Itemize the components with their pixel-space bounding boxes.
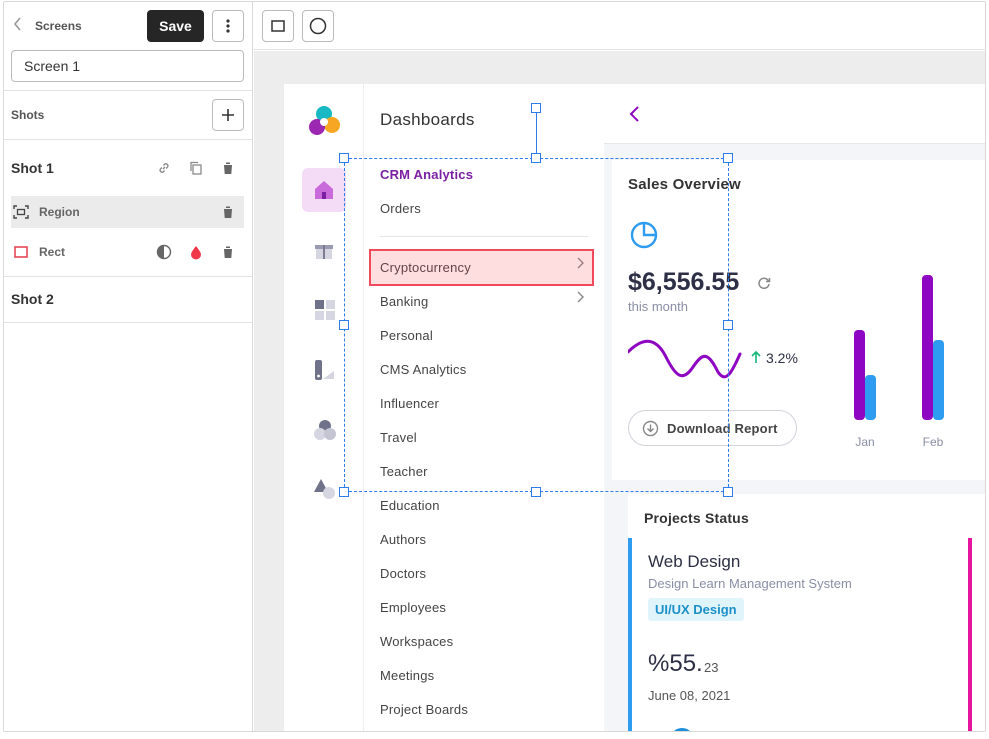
resize-handle-right[interactable] bbox=[723, 320, 733, 330]
canvas[interactable]: Dashboards CRM Analytics Orders Cryptocu… bbox=[254, 51, 985, 731]
region-selection-box[interactable] bbox=[344, 158, 729, 492]
divider bbox=[4, 276, 253, 277]
more-options-button[interactable] bbox=[212, 10, 244, 42]
layer-row-region[interactable]: Region bbox=[11, 196, 244, 228]
home-icon bbox=[315, 181, 333, 199]
shot-title[interactable]: Shot 2 bbox=[11, 291, 54, 307]
bar-jan-0 bbox=[854, 330, 865, 420]
bar-feb-0 bbox=[922, 275, 933, 420]
menu-item-employees[interactable]: Employees bbox=[380, 600, 446, 615]
resize-handle-bottom[interactable] bbox=[531, 487, 541, 497]
home-nav-item[interactable] bbox=[302, 168, 346, 212]
screens-label[interactable]: Screens bbox=[35, 19, 82, 33]
menu-item-meetings[interactable]: Meetings bbox=[380, 668, 434, 683]
resize-handle-bottom-left[interactable] bbox=[339, 487, 349, 497]
kebab-menu-icon bbox=[226, 19, 230, 33]
divider bbox=[4, 322, 253, 323]
opacity-icon[interactable] bbox=[156, 244, 172, 260]
trash-icon[interactable] bbox=[220, 204, 236, 220]
rectangle-icon bbox=[271, 20, 285, 32]
menu-item-authors[interactable]: Authors bbox=[380, 532, 426, 547]
layer-row-rect[interactable]: Rect bbox=[11, 236, 244, 268]
project-date: June 08, 2021 bbox=[648, 688, 731, 703]
region-icon bbox=[13, 204, 29, 220]
projects-title: Projects Status bbox=[644, 510, 749, 526]
save-button[interactable]: Save bbox=[147, 10, 204, 42]
project-subtitle: Design Learn Management System bbox=[648, 576, 852, 591]
menu-item-doctors[interactable]: Doctors bbox=[380, 566, 426, 581]
color-drop-icon[interactable] bbox=[188, 244, 204, 260]
project-percent: %55. bbox=[648, 650, 703, 677]
layer-label: Region bbox=[39, 205, 80, 219]
circle-tool-button[interactable] bbox=[302, 10, 334, 42]
trash-icon[interactable] bbox=[220, 244, 236, 260]
project-tag: UI/UX Design bbox=[648, 598, 744, 621]
divider bbox=[4, 90, 253, 91]
sales-bar-chart: Jan Feb bbox=[854, 275, 944, 449]
shapes-icon[interactable] bbox=[314, 419, 336, 441]
resize-handle-left[interactable] bbox=[339, 320, 349, 330]
menu-item-workspaces[interactable]: Workspaces bbox=[380, 634, 453, 649]
resize-handle-bottom-right[interactable] bbox=[723, 487, 733, 497]
circle-icon bbox=[309, 17, 327, 35]
triangle-icon[interactable] bbox=[313, 478, 337, 500]
project-name: Web Design bbox=[648, 552, 741, 571]
app-logo-icon bbox=[309, 106, 340, 135]
shots-label: Shots bbox=[11, 108, 45, 122]
dashboard-icon[interactable] bbox=[314, 299, 336, 321]
canvas-toolbar bbox=[254, 2, 985, 50]
menu-title: Dashboards bbox=[380, 110, 475, 129]
screen-name-input[interactable] bbox=[11, 50, 244, 82]
back-chevron-icon[interactable] bbox=[12, 16, 22, 36]
duplicate-icon[interactable] bbox=[188, 160, 204, 176]
rotate-handle[interactable] bbox=[531, 103, 541, 113]
avatar bbox=[670, 728, 694, 731]
resize-handle-top-right[interactable] bbox=[723, 153, 733, 163]
resize-handle-top[interactable] bbox=[531, 153, 541, 163]
x-tick-label: Feb bbox=[923, 435, 944, 449]
shots-panel: Screens Save Shots Shot 1 Region bbox=[4, 2, 253, 731]
add-shot-button[interactable] bbox=[212, 99, 244, 131]
panel-header: Screens Save bbox=[4, 2, 253, 48]
divider bbox=[4, 139, 253, 140]
editor-window: Screens Save Shots Shot 1 Region bbox=[3, 1, 986, 732]
link-icon[interactable] bbox=[156, 160, 172, 176]
project-card[interactable]: Web Design Design Learn Management Syste… bbox=[628, 538, 972, 731]
trash-icon[interactable] bbox=[220, 160, 236, 176]
resize-handle-top-left[interactable] bbox=[339, 153, 349, 163]
x-tick-label: Jan bbox=[855, 435, 874, 449]
rectangle-icon bbox=[13, 244, 29, 260]
bar-jan-1 bbox=[865, 375, 876, 420]
refresh-icon[interactable] bbox=[757, 276, 771, 290]
shot-title[interactable]: Shot 1 bbox=[11, 160, 54, 176]
gift-icon[interactable] bbox=[314, 240, 334, 260]
rectangle-tool-button[interactable] bbox=[262, 10, 294, 42]
palette-icon[interactable] bbox=[314, 359, 336, 381]
app-header bbox=[604, 84, 985, 144]
arrow-up-icon bbox=[751, 350, 761, 363]
menu-item-education[interactable]: Education bbox=[380, 498, 440, 513]
sales-change: 3.2% bbox=[766, 350, 798, 366]
menu-item-project-boards[interactable]: Project Boards bbox=[380, 702, 468, 717]
bar-feb-1 bbox=[933, 340, 944, 420]
project-percent-decimal: 23 bbox=[704, 660, 719, 675]
back-arrow-icon[interactable] bbox=[628, 105, 640, 123]
plus-icon bbox=[222, 109, 234, 121]
layer-label: Rect bbox=[39, 245, 66, 259]
rotate-handle-line bbox=[536, 108, 537, 158]
projects-status-card: Projects Status Web Design Design Learn … bbox=[628, 494, 985, 731]
